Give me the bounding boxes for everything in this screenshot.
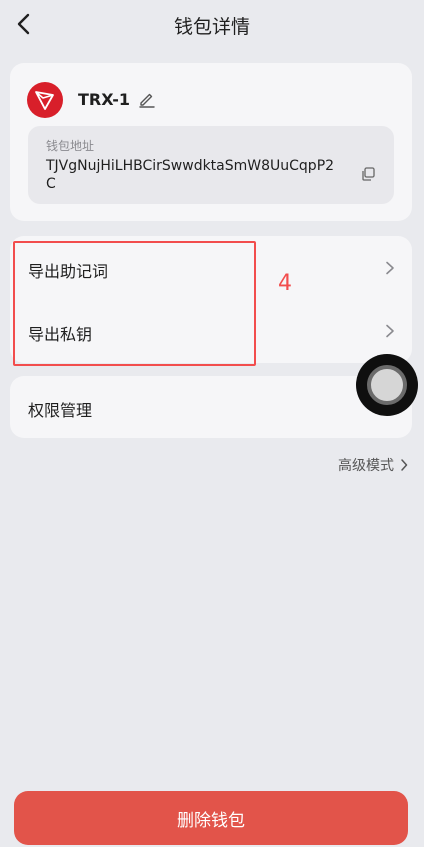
permission-management-item[interactable]: 权限管理 [28, 397, 92, 421]
delete-wallet-button[interactable]: 删除钱包 [14, 791, 408, 845]
floating-assistive-button[interactable] [356, 354, 418, 416]
wallet-address-box: 钱包地址 TJVgNujHiLHBCirSwwdktaSmW8UuCqpP2C [28, 126, 394, 204]
advanced-mode-link[interactable]: 高级模式 [338, 455, 408, 475]
chevron-right-icon [386, 261, 394, 275]
top-bar: 钱包详情 [0, 0, 424, 50]
wallet-info-card: TRX-1 钱包地址 TJVgNujHiLHBCirSwwdktaSmW8UuC… [10, 63, 412, 221]
pencil-icon[interactable] [138, 90, 156, 108]
copy-icon[interactable] [360, 166, 376, 182]
annotation-highlight-box [13, 241, 256, 366]
wallet-address-label: 钱包地址 [46, 139, 95, 153]
chevron-right-icon [386, 324, 394, 338]
page-title: 钱包详情 [173, 16, 250, 38]
wallet-name: TRX-1 [78, 90, 131, 109]
wallet-address-value: TJVgNujHiLHBCirSwwdktaSmW8UuCqpP2C [46, 158, 335, 192]
wallet-detail-page: 钱包详情 TRX-1 钱包地址 TJVgNujHiLHBCirSwwdktaSm… [0, 0, 424, 847]
chevron-right-icon [401, 459, 408, 471]
tron-logo-icon [27, 82, 63, 118]
advanced-mode-label: 高级模式 [338, 458, 394, 474]
assistive-touch-icon [367, 365, 407, 405]
permission-card: 权限管理 [10, 376, 412, 438]
annotation-number: 4 [278, 271, 292, 296]
